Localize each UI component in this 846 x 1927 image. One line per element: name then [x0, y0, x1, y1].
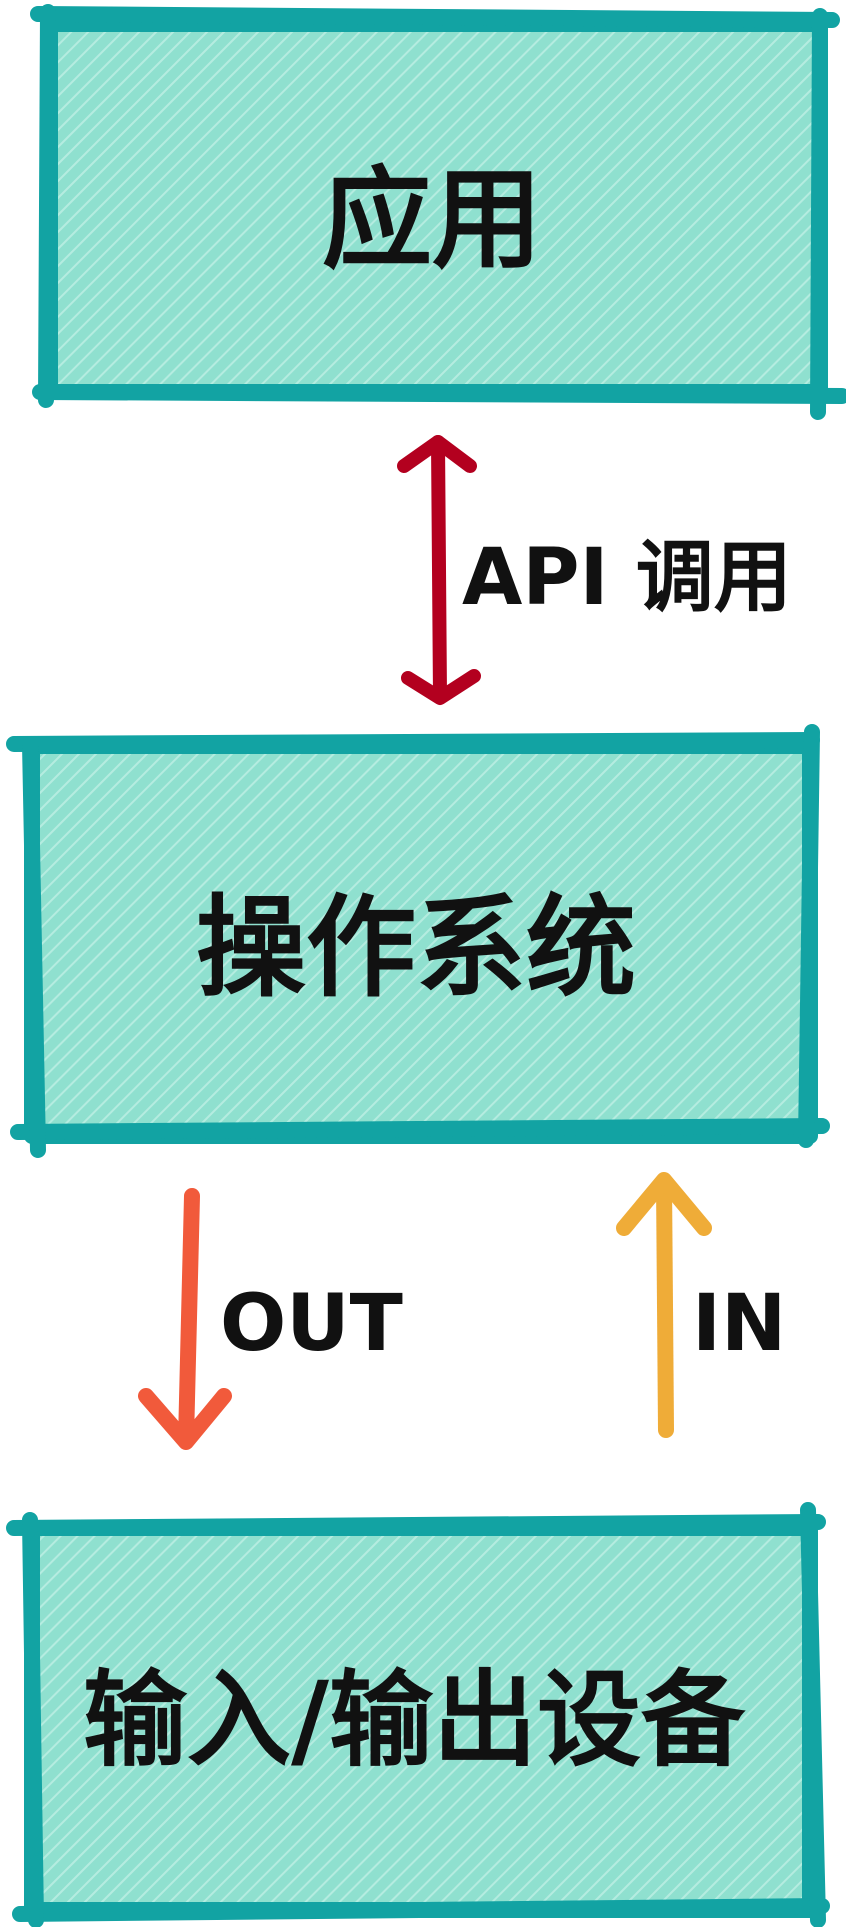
out-arrow: [138, 1188, 232, 1450]
os-box: 操作系统: [6, 724, 830, 1158]
io-devices-box: 输入/输出设备: [6, 1502, 830, 1927]
in-label: IN: [692, 1279, 786, 1369]
application-box: 应用: [30, 4, 846, 420]
application-label: 应用: [322, 156, 542, 284]
io-architecture-diagram: 应用 操作系统 输入/输出设备 API 调用 OUT IN: [6, 4, 846, 1927]
api-call-label: API 调用: [462, 533, 792, 623]
out-label: OUT: [220, 1279, 403, 1369]
os-label: 操作系统: [196, 884, 636, 1012]
io-devices-label: 输入/输出设备: [83, 1659, 746, 1781]
